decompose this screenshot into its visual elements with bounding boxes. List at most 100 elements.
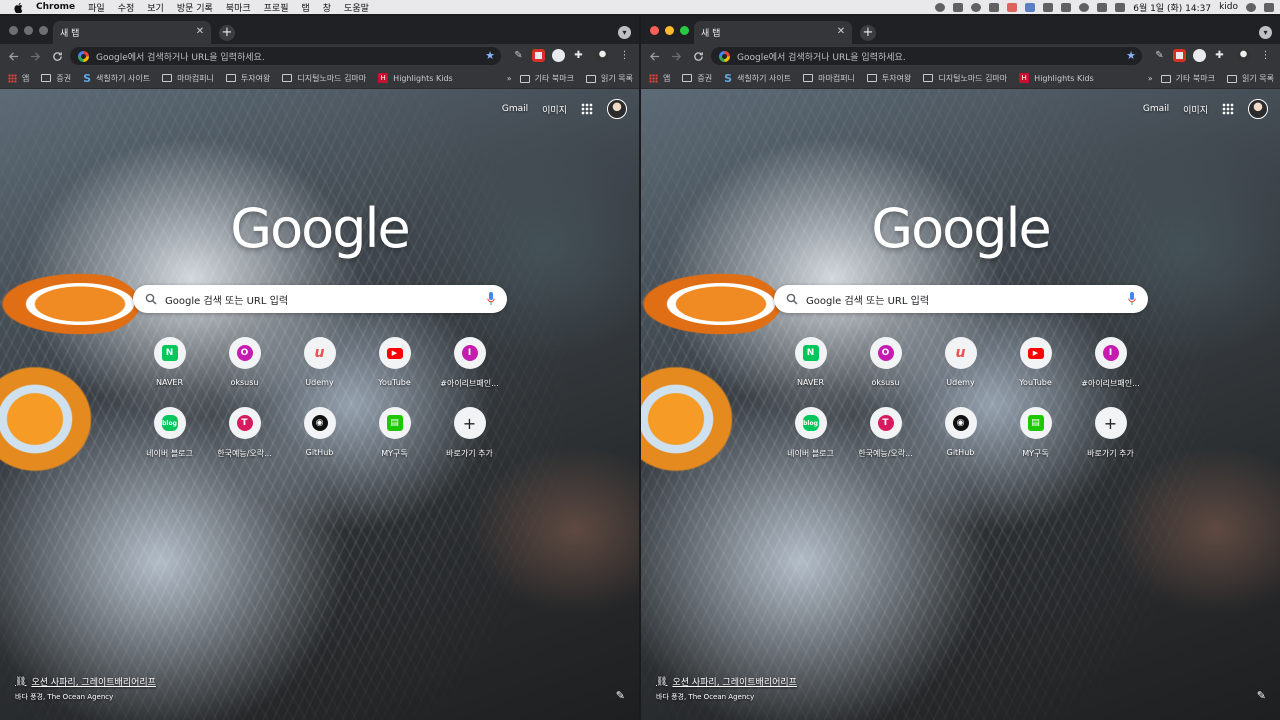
shortcut-tile[interactable]: ▶ YouTube: [998, 337, 1073, 389]
bookmark-link[interactable]: H Highlights Kids: [1019, 73, 1094, 83]
battery-icon[interactable]: [1115, 2, 1126, 12]
forward-icon[interactable]: [26, 47, 44, 65]
volume-icon[interactable]: [1097, 2, 1108, 12]
menu-file[interactable]: 파일: [88, 1, 105, 14]
shortcut-tile[interactable]: u Udemy: [282, 337, 357, 389]
bluetooth-icon[interactable]: [1043, 2, 1054, 12]
menu-history[interactable]: 방문 기록: [177, 1, 213, 14]
menu-view[interactable]: 보기: [147, 1, 164, 14]
bookmark-folder[interactable]: 투자여왕: [866, 73, 911, 84]
fullscreen-window-button[interactable]: [680, 26, 689, 35]
shortcut-tile[interactable]: T 한국예능/오락...: [207, 407, 282, 459]
bookmarks-overflow-icon[interactable]: »: [1148, 74, 1153, 83]
menu-window[interactable]: 창: [323, 1, 331, 14]
tray-record-icon[interactable]: [1007, 2, 1018, 12]
more-menu-icon[interactable]: ⋮: [1259, 49, 1272, 62]
voice-search-icon[interactable]: [487, 292, 495, 306]
customize-pencil-icon[interactable]: ✎: [616, 689, 625, 702]
credit-link[interactable]: ⛓ 오션 사파리, 그레이트배리어리프: [656, 675, 797, 689]
wifi-icon[interactable]: [1079, 2, 1090, 12]
bookmark-apps[interactable]: 앱: [649, 73, 670, 84]
credit-author[interactable]: 바다 풍경, The Ocean Agency: [15, 692, 156, 702]
extension-circle-icon[interactable]: [1193, 49, 1206, 62]
keyboard-icon[interactable]: [1061, 2, 1072, 12]
bookmark-link[interactable]: S 색칠하기 사이트: [83, 72, 150, 85]
menu-edit[interactable]: 수정: [118, 1, 135, 14]
bookmark-link[interactable]: H Highlights Kids: [378, 73, 453, 83]
bookmark-folder[interactable]: 디지털노마드 김마마: [282, 73, 366, 84]
tab-close-icon[interactable]: ✕: [835, 26, 847, 38]
shortcut-tile[interactable]: Ooksusu: [207, 337, 282, 389]
bookmark-star-icon[interactable]: ★: [485, 49, 495, 63]
bookmark-star-icon[interactable]: ★: [1126, 49, 1136, 63]
extension-red-icon[interactable]: [532, 49, 545, 62]
back-icon[interactable]: [645, 47, 663, 65]
user-name[interactable]: kido: [1219, 2, 1238, 12]
shortcut-tile[interactable]: I #아이리브패인...: [432, 337, 507, 389]
gmail-link[interactable]: Gmail: [1143, 104, 1169, 114]
menu-profiles[interactable]: 프로필: [264, 1, 289, 14]
address-bar[interactable]: Google에서 검색하거나 URL을 입력하세요. ★: [70, 47, 501, 65]
extension-circle-icon[interactable]: [552, 49, 565, 62]
tab-new-tab[interactable]: 새 탭 ✕: [694, 21, 852, 44]
close-window-button[interactable]: [9, 26, 18, 35]
menu-app-name[interactable]: Chrome: [36, 2, 75, 12]
images-link[interactable]: 이미지: [1183, 103, 1208, 116]
gmail-link[interactable]: Gmail: [502, 104, 528, 114]
puzzle-extensions-icon[interactable]: ✚: [572, 49, 585, 62]
shortcut-tile[interactable]: I #아이리브패인...: [1073, 337, 1148, 389]
shortcut-tile[interactable]: ▶ YouTube: [357, 337, 432, 389]
shortcut-tile[interactable]: ▤ MY구독: [357, 407, 432, 459]
new-tab-button[interactable]: +: [860, 25, 876, 41]
apple-menu-icon[interactable]: [14, 2, 24, 13]
shortcut-tile[interactable]: blog 네이버 블로그: [773, 407, 848, 459]
close-window-button[interactable]: [650, 26, 659, 35]
shortcut-tile[interactable]: ◉ GitHub: [923, 407, 998, 459]
tray-timer-icon[interactable]: [971, 2, 982, 12]
credit-link[interactable]: ⛓ 오션 사파리, 그레이트배리어리프: [15, 675, 156, 689]
credit-author[interactable]: 바다 풍경, The Ocean Agency: [656, 692, 797, 702]
bookmark-folder[interactable]: 디지털노마드 김마마: [923, 73, 1007, 84]
bookmark-folder[interactable]: 마마컴퍼니: [803, 73, 855, 84]
account-avatar[interactable]: [1248, 99, 1268, 119]
ntp-search-box[interactable]: Google 검색 또는 URL 입력: [774, 285, 1148, 313]
pen-extension-icon[interactable]: ✎: [512, 49, 525, 62]
minimize-window-button[interactable]: [665, 26, 674, 35]
reading-list[interactable]: 읽기 목록: [1227, 73, 1274, 84]
add-shortcut-tile[interactable]: + 바로가기 추가: [432, 407, 507, 459]
reload-icon[interactable]: [48, 47, 66, 65]
bookmark-folder[interactable]: 증권: [41, 73, 71, 84]
tray-p-icon[interactable]: [1025, 2, 1036, 12]
google-apps-icon[interactable]: [1222, 103, 1234, 115]
profile-avatar[interactable]: [1237, 49, 1250, 62]
reload-icon[interactable]: [689, 47, 707, 65]
shortcut-tile[interactable]: ◉ GitHub: [282, 407, 357, 459]
tray-glasses-icon[interactable]: [989, 2, 1000, 12]
bookmark-link[interactable]: S 색칠하기 사이트: [724, 72, 791, 85]
bookmarks-overflow-icon[interactable]: »: [507, 74, 512, 83]
add-shortcut-tile[interactable]: + 바로가기 추가: [1073, 407, 1148, 459]
tray-cloud-icon[interactable]: [953, 2, 964, 12]
profile-avatar[interactable]: [596, 49, 609, 62]
control-center-icon[interactable]: [1264, 2, 1274, 12]
tab-search-icon[interactable]: ▾: [618, 26, 631, 39]
puzzle-extensions-icon[interactable]: ✚: [1213, 49, 1226, 62]
address-bar[interactable]: Google에서 검색하거나 URL을 입력하세요. ★: [711, 47, 1142, 65]
pen-extension-icon[interactable]: ✎: [1153, 49, 1166, 62]
google-apps-icon[interactable]: [581, 103, 593, 115]
shortcut-tile[interactable]: T 한국예능/오락...: [848, 407, 923, 459]
bookmark-apps[interactable]: 앱: [8, 73, 29, 84]
shortcut-tile[interactable]: Ooksusu: [848, 337, 923, 389]
shortcut-tile[interactable]: ▤ MY구독: [998, 407, 1073, 459]
back-icon[interactable]: [4, 47, 22, 65]
images-link[interactable]: 이미지: [542, 103, 567, 116]
bookmark-folder[interactable]: 증권: [682, 73, 712, 84]
menu-bookmarks[interactable]: 북마크: [226, 1, 251, 14]
menu-help[interactable]: 도움말: [344, 1, 369, 14]
bookmark-folder[interactable]: 마마컴퍼니: [162, 73, 214, 84]
account-avatar[interactable]: [607, 99, 627, 119]
voice-search-icon[interactable]: [1128, 292, 1136, 306]
bookmark-other-folder[interactable]: 기타 북마크: [1160, 73, 1215, 84]
forward-icon[interactable]: [667, 47, 685, 65]
tab-new-tab[interactable]: 새 탭 ✕: [53, 21, 211, 44]
